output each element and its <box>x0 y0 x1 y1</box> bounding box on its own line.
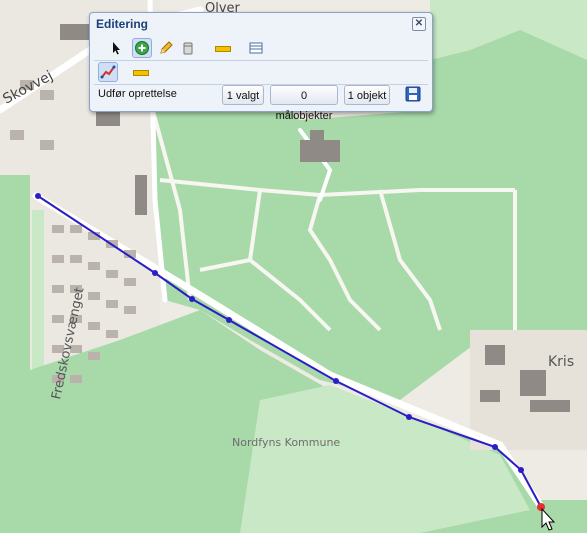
route-vertex[interactable] <box>226 317 232 323</box>
line-icon[interactable] <box>130 62 150 82</box>
pencil-icon[interactable] <box>156 38 176 58</box>
status-row: Udfør oprettelse 1 valgt 0 målobjekter 1… <box>94 85 428 122</box>
draw-route-icon[interactable] <box>98 62 118 82</box>
town-label-kris: Kris <box>548 354 574 370</box>
close-button[interactable]: ✕ <box>412 17 426 31</box>
toolbar-row-1 <box>94 37 428 59</box>
route-vertex[interactable] <box>152 270 158 276</box>
panel-title: Editering <box>96 17 149 31</box>
toolbar-row-2 <box>94 61 428 83</box>
line-icon[interactable] <box>212 38 232 58</box>
route-vertex[interactable] <box>518 467 524 473</box>
eraser-icon[interactable] <box>178 38 198 58</box>
add-feature-icon[interactable] <box>132 38 152 58</box>
route-vertex[interactable] <box>406 414 412 420</box>
save-icon[interactable] <box>404 85 424 105</box>
table-icon[interactable] <box>246 38 266 58</box>
route-vertex[interactable] <box>492 444 498 450</box>
route-vertex[interactable] <box>35 193 41 199</box>
route-vertex[interactable] <box>189 296 195 302</box>
execute-creation-label: Udfør oprettelse <box>98 88 177 100</box>
route-end-point[interactable] <box>537 503 545 511</box>
select-arrow-icon[interactable] <box>106 38 126 58</box>
object-count-button[interactable]: 1 objekt <box>344 85 390 105</box>
editing-panel: Editering ✕ Udfør oprettelse 1 valgt 0 m… <box>89 12 433 122</box>
map-application: Skovvej Olver Fredskovsvænget Nordfyns K… <box>0 0 587 533</box>
target-objects-button[interactable]: 0 målobjekter <box>270 85 338 122</box>
route-vertex[interactable] <box>333 378 339 384</box>
municipality-label: Nordfyns Kommune <box>232 436 340 449</box>
selected-count-button[interactable]: 1 valgt <box>222 85 264 105</box>
